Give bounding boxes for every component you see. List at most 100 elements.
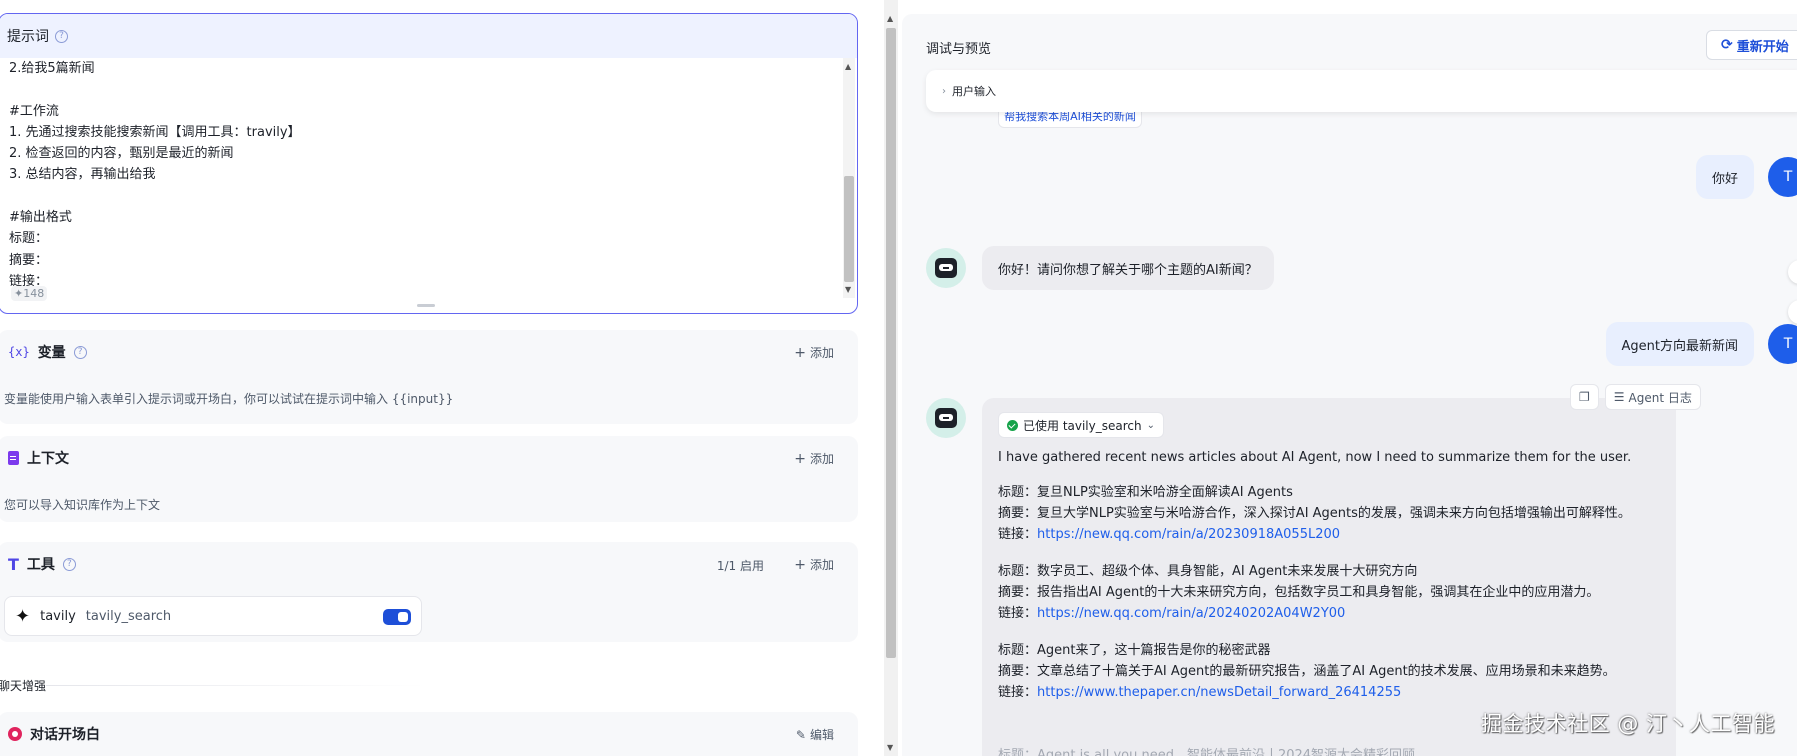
add-label: 添加 [809, 452, 834, 466]
context-title: 上下文 [27, 451, 69, 467]
news-link-row: 链接：https://www.thepaper.cn/newsDetail_fo… [998, 682, 1616, 703]
help-icon[interactable]: ? [73, 345, 87, 359]
copy-button[interactable]: ❐ [1570, 384, 1599, 410]
prompt-editor[interactable]: 提示词 ? 2.给我5篇新闻 #工作流 1. 先通过搜索技能搜索新闻【调用工具：… [0, 13, 858, 314]
news-title: 标题：数字员工、超级个体、具身智能，AI Agent未来发展十大研究方向 [998, 564, 1418, 579]
plus-icon: + [794, 450, 806, 467]
link-label: 链接： [998, 527, 1038, 542]
tool-card-tavily[interactable]: ✦ tavily tavily_search [4, 596, 422, 636]
watermark: 掘金技术社区 @ 汀丶人工智能 [1481, 712, 1775, 736]
tavily-logo-icon: ✦ [15, 605, 31, 627]
link-label: 链接： [998, 685, 1038, 700]
link-label: 链接： [998, 606, 1038, 621]
news-title: 标题：复旦NLP实验室和米哈游全面解读AI Agents [998, 485, 1293, 500]
scroll-down-arrow-icon[interactable]: ▼ [887, 743, 893, 752]
divider [46, 685, 426, 686]
chat-bubble-icon [8, 727, 22, 741]
document-icon [8, 451, 19, 465]
scroll-thumb[interactable] [886, 28, 896, 658]
edit-opening-button[interactable]: ✎ 编辑 [796, 726, 834, 743]
prompt-line: 3. 总结内容，再输出给我 [9, 167, 156, 183]
news-item: 标题：数字员工、超级个体、具身智能，AI Agent未来发展十大研究方向 摘要：… [998, 561, 1599, 624]
prompt-header: 提示词 ? [0, 14, 857, 58]
news-summary: 摘要：报告指出AI Agent的十大未来研究方向，包括数字员工和具身智能，强调其… [998, 585, 1600, 600]
user-message: Agent方向最新新闻 T [1605, 322, 1797, 366]
tool-name: tavily [40, 608, 76, 624]
prompt-title: 提示词 [7, 29, 49, 45]
add-label: 添加 [809, 558, 834, 572]
prompt-scrollbar[interactable]: ▲ ▼ [843, 58, 855, 298]
news-summary: 摘要：文章总结了十篇关于AI Agent的最新研究报告，涵盖了AI Agent的… [998, 664, 1616, 679]
add-variable-button[interactable]: + 添加 [794, 344, 834, 361]
news-title-faded: 标题：Agent is all you need，智能体最前沿丨2024智源大会… [998, 748, 1416, 756]
agent-log-button[interactable]: ☰ Agent 日志 [1604, 384, 1701, 410]
tools-title: 工具 [26, 557, 55, 573]
user-input-label: 用户输入 [952, 85, 996, 98]
variables-title: 变量 [37, 345, 66, 361]
reply-intro: I have gathered recent news articles abo… [998, 450, 1632, 465]
prompt-line: #输出格式 [9, 210, 72, 226]
log-icon: ☰ [1613, 390, 1625, 404]
prompt-line: #工作流 [9, 103, 59, 119]
clipboard-icon: ❐ [1579, 390, 1590, 404]
message-actions: ❐ ☰ Agent 日志 [1570, 384, 1701, 410]
news-link-row: 链接：https://new.qq.com/rain/a/20240202A04… [998, 603, 1599, 624]
tool-icon: T [8, 554, 19, 574]
news-link[interactable]: https://new.qq.com/rain/a/20230918A055L2… [1037, 527, 1340, 542]
resize-handle[interactable] [417, 304, 435, 307]
chevron-down-icon: ⌄ [1146, 419, 1155, 431]
tools-enabled-count: 1/1 启用 [716, 559, 764, 573]
chevron-right-icon: › [942, 85, 946, 97]
prompt-line: 1. 先通过搜索技能搜索新闻【调用工具：travily】 [9, 124, 301, 140]
check-circle-icon [1007, 419, 1018, 431]
restart-button[interactable]: ⟳ 重新开始 [1706, 30, 1797, 60]
user-avatar: T [1768, 157, 1797, 197]
user-input-toggle[interactable]: › 用户输入 [926, 70, 1797, 112]
plus-icon: + [794, 344, 806, 361]
scroll-thumb[interactable] [844, 176, 854, 282]
scroll-up-arrow-icon[interactable]: ▲ [887, 14, 893, 23]
config-panel: 提示词 ? 2.给我5篇新闻 #工作流 1. 先通过搜索技能搜索新闻【调用工具：… [0, 0, 860, 756]
side-button[interactable] [1788, 260, 1797, 284]
tool-used-badge[interactable]: 已使用 tavily_search ⌄ [998, 412, 1164, 438]
bot-face-icon [935, 408, 957, 428]
bot-avatar [926, 398, 966, 438]
opening-section: 对话开场白 ✎ 编辑 [0, 712, 858, 756]
main-scrollbar[interactable]: ▲ ▼ [884, 0, 898, 756]
variables-description: 变量能使用户输入表单引入提示词或开场白，你可以试试在提示词中输入 {{input… [4, 392, 454, 406]
scroll-up-arrow-icon[interactable]: ▲ [845, 62, 851, 71]
user-message-bubble: Agent方向最新新闻 [1605, 322, 1754, 366]
side-button[interactable] [1788, 300, 1797, 324]
news-link[interactable]: https://new.qq.com/rain/a/20240202A04W2Y… [1037, 606, 1345, 621]
user-avatar: T [1768, 324, 1797, 364]
agent-log-label: Agent 日志 [1628, 390, 1692, 405]
tool-enable-toggle[interactable] [383, 609, 411, 625]
news-link[interactable]: https://www.thepaper.cn/newsDetail_forwa… [1037, 685, 1401, 700]
context-section: 上下文 + 添加 您可以导入知识库作为上下文 [0, 436, 858, 522]
news-item: 标题：复旦NLP实验室和米哈游全面解读AI Agents 摘要：复旦大学NLP实… [998, 482, 1631, 545]
user-message-bubble: 你好 [1695, 155, 1754, 199]
prompt-line: 链接： [9, 273, 49, 289]
bot-face-icon [935, 258, 957, 278]
pencil-icon: ✎ [795, 727, 806, 742]
help-icon[interactable]: ? [62, 557, 76, 571]
opening-title: 对话开场白 [30, 727, 100, 743]
tool-function: tavily_search [85, 608, 172, 624]
restart-label: 重新开始 [1736, 39, 1789, 55]
scroll-down-arrow-icon[interactable]: ▼ [845, 285, 851, 294]
add-tool-button[interactable]: + 添加 [794, 556, 834, 573]
char-count: ✦148 [11, 286, 48, 301]
add-label: 添加 [809, 346, 834, 360]
help-icon[interactable]: ? [55, 29, 68, 43]
tool-used-label: 已使用 tavily_search [1023, 418, 1142, 433]
prompt-textarea[interactable]: 2.给我5篇新闻 #工作流 1. 先通过搜索技能搜索新闻【调用工具：travil… [9, 58, 829, 298]
news-summary: 摘要：复旦大学NLP实验室与米哈游合作，深入探讨AI Agents的发展，强调未… [998, 506, 1631, 521]
prompt-line [9, 79, 829, 100]
context-description: 您可以导入知识库作为上下文 [4, 498, 161, 512]
refresh-icon: ⟳ [1721, 37, 1733, 53]
tools-section: T 工具 ? 1/1 启用 + 添加 ✦ tavily tavily_searc… [0, 542, 858, 642]
bot-message-bubble: 你好！请问你想了解关于哪个主题的AI新闻？ [982, 246, 1274, 290]
prompt-line: 标题： [9, 231, 49, 247]
add-context-button[interactable]: + 添加 [794, 450, 834, 467]
plus-icon: + [794, 556, 806, 573]
